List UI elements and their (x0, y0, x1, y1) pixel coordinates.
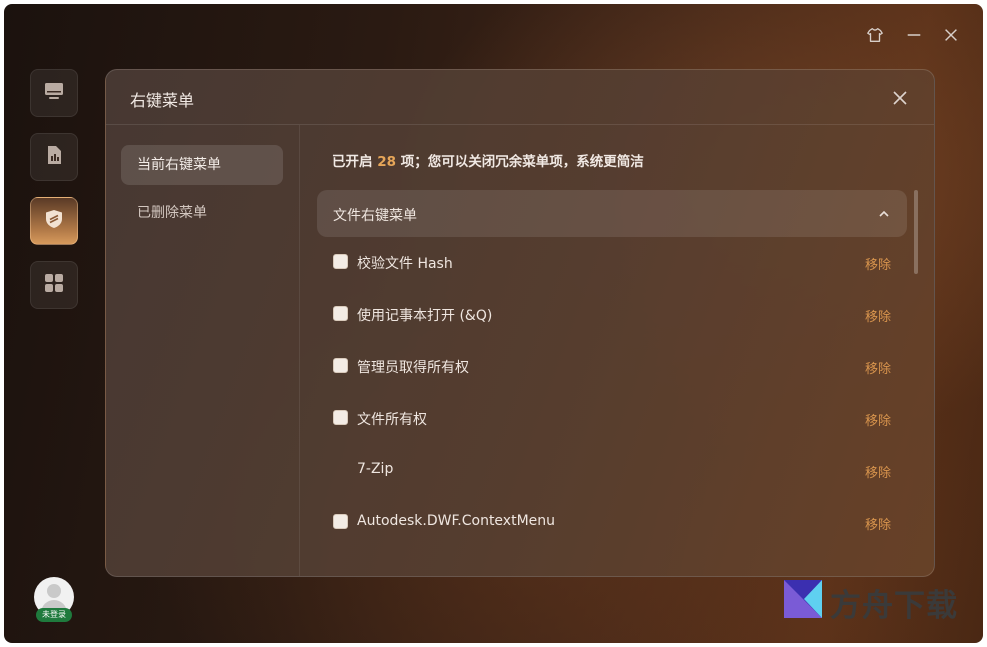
row-checkbox[interactable] (333, 306, 348, 321)
rail-item-monitor[interactable] (30, 69, 78, 117)
row-label: 使用记事本打开 (&Q) (357, 308, 493, 324)
list-item: 使用记事本打开 (&Q) 移除 (317, 289, 907, 341)
remove-button[interactable]: 移除 (865, 462, 891, 481)
apps-grid-icon (43, 272, 65, 298)
row-label: 文件所有权 (357, 412, 427, 428)
enabled-count: 28 (377, 154, 396, 170)
section-title: 文件右键菜单 (333, 208, 417, 224)
dialog-sidebar: 当前右键菜单 已删除菜单 (106, 125, 300, 576)
skin-icon[interactable] (864, 24, 886, 46)
rail-item-report[interactable] (30, 133, 78, 181)
app-window: 未登录 右键菜单 当前右键菜单 已删除菜单 已开启 28 项；您可以关闭冗余菜单… (4, 4, 983, 643)
row-checkbox[interactable] (333, 358, 348, 373)
remove-button[interactable]: 移除 (865, 514, 891, 533)
sidebar-item-deleted-menu[interactable]: 已删除菜单 (121, 193, 283, 233)
row-label: Autodesk.DWF.ContextMenu (357, 513, 556, 529)
watermark-logo-icon (784, 580, 822, 618)
list-item: 文件所有权 移除 (317, 393, 907, 445)
context-menu-dialog: 右键菜单 当前右键菜单 已删除菜单 已开启 28 项；您可以关闭冗余菜单项，系统… (105, 69, 935, 577)
monitor-icon (43, 80, 65, 106)
dialog-title: 右键菜单 (130, 91, 195, 110)
section-header-file-menu[interactable]: 文件右键菜单 (317, 190, 907, 237)
report-icon (43, 144, 65, 170)
remove-button[interactable]: 移除 (865, 306, 891, 325)
row-label: 7-Zip (357, 461, 394, 477)
rail-item-apps[interactable] (30, 261, 78, 309)
row-label: 校验文件 Hash (357, 256, 453, 272)
summary-suffix: 项；您可以关闭冗余菜单项，系统更简洁 (396, 154, 644, 170)
minimize-icon[interactable] (903, 24, 925, 46)
list-item: Autodesk.DWF.ContextMenu 移除 (317, 497, 907, 549)
summary-text: 已开启 28 项；您可以关闭冗余菜单项，系统更简洁 (332, 150, 644, 170)
watermark: 方舟下载 (784, 578, 964, 624)
chevron-up-icon[interactable] (877, 206, 891, 220)
shield-icon (43, 208, 65, 234)
remove-button[interactable]: 移除 (865, 410, 891, 429)
rail-item-shield[interactable] (30, 197, 78, 245)
login-status-badge[interactable]: 未登录 (36, 608, 72, 622)
remove-button[interactable]: 移除 (865, 358, 891, 377)
row-checkbox[interactable] (333, 254, 348, 269)
scrollbar-thumb[interactable] (914, 190, 918, 274)
dialog-header: 右键菜单 (106, 70, 934, 125)
list-item: 7-Zip 移除 (317, 445, 907, 497)
row-checkbox[interactable] (333, 410, 348, 425)
row-label: 管理员取得所有权 (357, 360, 469, 376)
sidebar-item-current-menu[interactable]: 当前右键菜单 (121, 145, 283, 185)
watermark-text: 方舟下载 (830, 588, 958, 624)
avatar-head (47, 584, 61, 598)
close-icon[interactable] (940, 24, 962, 46)
summary-prefix: 已开启 (332, 154, 378, 170)
list-item: 校验文件 Hash 移除 (317, 237, 907, 289)
list-item: 管理员取得所有权 移除 (317, 341, 907, 393)
dialog-close-icon[interactable] (890, 88, 910, 108)
row-checkbox[interactable] (333, 514, 348, 529)
remove-button[interactable]: 移除 (865, 254, 891, 273)
